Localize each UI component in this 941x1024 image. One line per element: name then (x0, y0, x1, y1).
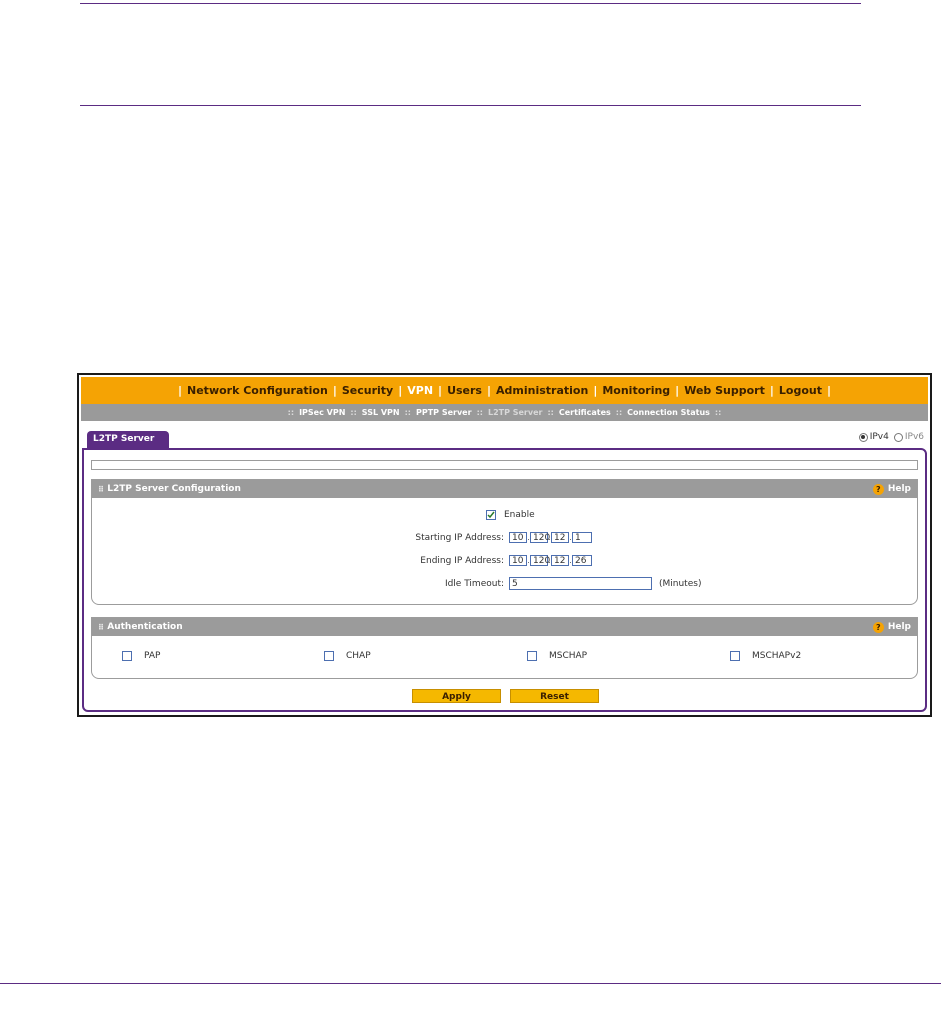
reset-button[interactable]: Reset (510, 689, 599, 703)
subnav-separator: :: (615, 408, 623, 417)
pap-checkbox[interactable] (122, 651, 132, 661)
subnav-certificates[interactable]: Certificates (559, 408, 611, 417)
ending-ip-octet-1[interactable]: 10 (509, 555, 527, 566)
nav-separator: | (593, 384, 598, 397)
subnav-separator: :: (714, 408, 722, 417)
nav-vpn[interactable]: VPN (407, 384, 433, 397)
nav-users[interactable]: Users (447, 384, 482, 397)
subnav-separator: :: (287, 408, 295, 417)
starting-ip-octet-3[interactable]: 12 (551, 532, 569, 543)
message-bar (91, 460, 918, 470)
starting-ip-octet-1[interactable]: 10 (509, 532, 527, 543)
tab-l2tp-server[interactable]: L2TP Server (87, 431, 169, 448)
subnav-separator: :: (547, 408, 554, 417)
ipv4-label: IPv4 (869, 432, 889, 442)
nav-web-support[interactable]: Web Support (684, 384, 765, 397)
auth-section-header: ⠿ Authentication ? Help (92, 618, 917, 636)
auth-pap: PAP (122, 651, 160, 661)
mschap-checkbox[interactable] (527, 651, 537, 661)
help-icon: ? (872, 483, 884, 495)
grip-icon: ⠿ (98, 484, 104, 494)
nav-separator: | (398, 384, 403, 397)
nav-network-configuration[interactable]: Network Configuration (187, 384, 328, 397)
subnav-separator: :: (404, 408, 411, 417)
nav-separator: | (486, 384, 492, 397)
subnav-separator: :: (476, 408, 483, 417)
auth-chap: CHAP (324, 651, 371, 661)
idle-timeout-input[interactable]: 5 (509, 577, 652, 590)
subnav-separator: :: (350, 408, 357, 417)
enable-checkbox[interactable] (486, 510, 496, 520)
help-icon: ? (872, 621, 884, 633)
auth-help[interactable]: ? Help (872, 621, 911, 633)
ending-ip-octet-2[interactable]: 120 (530, 555, 550, 566)
idle-timeout-unit: (Minutes) (659, 578, 702, 589)
nav-separator: | (177, 384, 183, 397)
ipv6-label: IPv6 (904, 432, 924, 442)
l2tp-server-screenshot: | Network Configuration | Security | VPN… (77, 373, 932, 717)
ending-ip-octet-4[interactable]: 26 (572, 555, 592, 566)
subnav-ipsec-vpn[interactable]: IPSec VPN (299, 408, 345, 417)
nav-separator: | (826, 384, 832, 397)
auth-mschap: MSCHAP (527, 651, 587, 661)
nav-separator: | (675, 384, 680, 397)
starting-ip-row: Starting IP Address: 10 . 120 . 12 . 1 (279, 532, 592, 543)
nav-monitoring[interactable]: Monitoring (602, 384, 670, 397)
ending-ip-octet-3[interactable]: 12 (551, 555, 569, 566)
auth-section-title: Authentication (107, 622, 183, 632)
ip-version-selector: IPv4 IPv6 (858, 432, 924, 442)
auth-mschapv2: MSCHAPv2 (730, 651, 801, 661)
top-navigation: | Network Configuration | Security | VPN… (81, 377, 928, 404)
idle-timeout-row: Idle Timeout: 5 (Minutes) (279, 577, 701, 590)
auth-section: ⠿ Authentication ? Help (91, 617, 918, 679)
ending-ip-label: Ending IP Address: (420, 555, 504, 566)
top-rule-upper (80, 3, 861, 4)
starting-ip-octet-4[interactable]: 1 (572, 532, 592, 543)
enable-label: Enable (504, 510, 535, 520)
chap-checkbox[interactable] (324, 651, 334, 661)
idle-timeout-label: Idle Timeout: (444, 578, 504, 589)
nav-security[interactable]: Security (342, 384, 393, 397)
sub-navigation: :: IPSec VPN :: SSL VPN :: PPTP Server :… (81, 404, 928, 421)
enable-row: Enable (486, 510, 535, 520)
nav-separator: | (769, 384, 774, 397)
nav-administration[interactable]: Administration (496, 384, 588, 397)
nav-logout[interactable]: Logout (779, 384, 822, 397)
subnav-connection-status[interactable]: Connection Status (627, 408, 710, 417)
nav-separator: | (438, 384, 443, 397)
subnav-pptp-server[interactable]: PPTP Server (416, 408, 472, 417)
subnav-l2tp-server[interactable]: L2TP Server (488, 408, 543, 417)
starting-ip-label: Starting IP Address: (415, 532, 504, 543)
nav-separator: | (332, 384, 337, 397)
footer-rule (0, 983, 941, 984)
mschapv2-checkbox[interactable] (730, 651, 740, 661)
grip-icon: ⠿ (98, 622, 104, 632)
apply-button[interactable]: Apply (412, 689, 501, 703)
mschapv2-label: MSCHAPv2 (752, 651, 802, 661)
subnav-ssl-vpn[interactable]: SSL VPN (362, 408, 400, 417)
ipv4-radio[interactable] (858, 432, 868, 442)
config-help[interactable]: ? Help (872, 483, 911, 495)
ending-ip-row: Ending IP Address: 10 . 120 . 12 . 26 (279, 555, 592, 566)
checkmark-icon (487, 511, 495, 519)
pap-label: PAP (144, 651, 161, 661)
config-section-title: L2TP Server Configuration (107, 484, 241, 494)
ipv6-radio[interactable] (893, 432, 903, 442)
chap-label: CHAP (346, 651, 371, 661)
auth-help-label: Help (887, 622, 911, 632)
starting-ip-octet-2[interactable]: 120 (530, 532, 550, 543)
mschap-label: MSCHAP (549, 651, 588, 661)
top-rule-lower (80, 105, 861, 106)
config-help-label: Help (887, 484, 911, 494)
config-section-header: ⠿ L2TP Server Configuration ? Help (92, 480, 917, 498)
